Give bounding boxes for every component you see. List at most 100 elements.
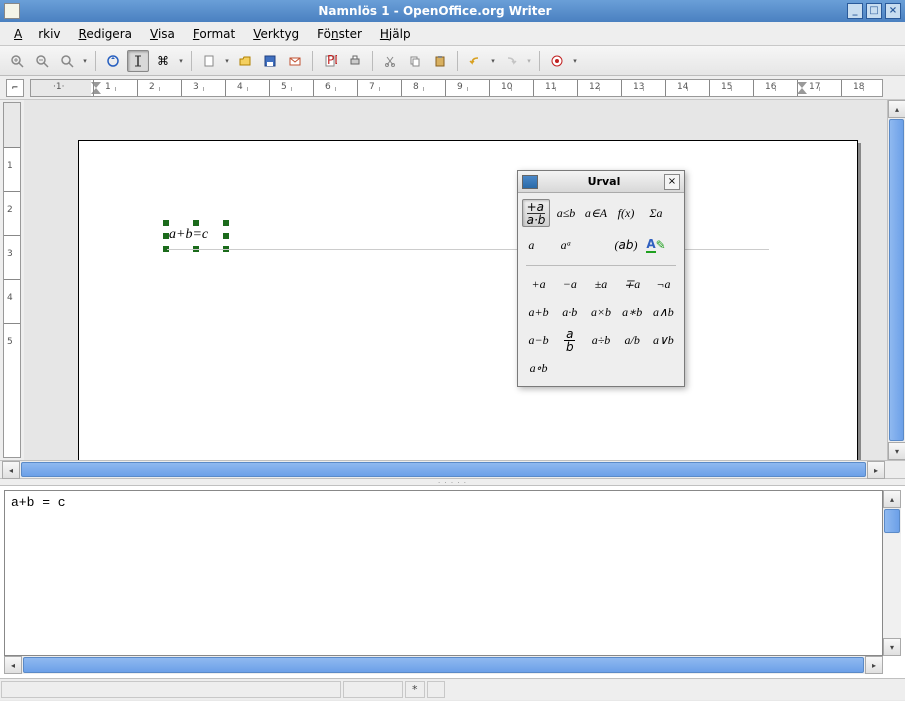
scroll-right-icon[interactable]: ▸ [867, 461, 885, 479]
window-titlebar: Namnlös 1 - OpenOffice.org Writer _ □ × [0, 0, 905, 22]
urval-category2-0[interactable]: a⃗ [522, 231, 550, 259]
cmd-scroll-up-icon[interactable]: ▴ [883, 490, 901, 508]
doc-horizontal-scrollbar[interactable]: ◂ ▸ [0, 460, 905, 478]
urval-category2-1[interactable]: aᵃ [552, 231, 580, 259]
urval-op-12[interactable]: a÷b [586, 328, 615, 352]
formula-cursor-icon[interactable] [127, 50, 149, 72]
urval-close-button[interactable]: × [664, 174, 680, 190]
zoom-in-icon[interactable] [6, 50, 28, 72]
urval-op-3[interactable]: ∓a [618, 272, 647, 296]
copy-icon[interactable] [404, 50, 426, 72]
zoom-dropdown[interactable]: ▾ [81, 57, 89, 65]
menu-arkiv[interactable]: Arkiv [6, 24, 69, 44]
urval-op-1[interactable]: −a [555, 272, 584, 296]
cmd-scroll-left-icon[interactable]: ◂ [4, 656, 22, 674]
urval-op-4[interactable]: ¬a [649, 272, 678, 296]
scroll-left-icon[interactable]: ◂ [2, 461, 20, 479]
urval-op-9[interactable]: a∧b [649, 300, 678, 324]
svg-text:⌘: ⌘ [157, 54, 169, 68]
scroll-thumb-h[interactable] [21, 462, 866, 477]
urval-op-0[interactable]: +a [524, 272, 553, 296]
minimize-button[interactable]: _ [847, 3, 863, 19]
urval-titlebar[interactable]: Urval × [518, 171, 684, 193]
menu-hjalp[interactable]: Hjälp [372, 24, 419, 44]
redo-dropdown[interactable]: ▾ [525, 57, 533, 65]
urval-op-10[interactable]: a−b [524, 328, 553, 352]
window-title: Namnlös 1 - OpenOffice.org Writer [26, 4, 844, 18]
undo-dropdown[interactable]: ▾ [489, 57, 497, 65]
urval-op-13[interactable]: a/b [618, 328, 647, 352]
catalog-icon[interactable]: ⌘ [152, 50, 174, 72]
urval-category2-4[interactable]: A✎ [642, 231, 670, 259]
update-icon[interactable] [102, 50, 124, 72]
svg-text:PDF: PDF [327, 54, 337, 67]
scroll-up-icon[interactable]: ▴ [888, 100, 905, 118]
undo-icon[interactable] [464, 50, 486, 72]
urval-op-11[interactable]: ab [555, 328, 584, 352]
zoom-100-icon[interactable] [56, 50, 78, 72]
help-icon[interactable] [546, 50, 568, 72]
new-doc-icon[interactable] [198, 50, 220, 72]
email-icon[interactable] [284, 50, 306, 72]
urval-op-8[interactable]: a∗b [618, 300, 647, 324]
urval-category-3[interactable]: f(x) [612, 199, 640, 227]
urval-category2-3[interactable]: (ab) [612, 231, 640, 259]
scroll-down-icon[interactable]: ▾ [888, 442, 905, 460]
urval-op-7[interactable]: a×b [586, 300, 615, 324]
urval-op-6[interactable]: a·b [555, 300, 584, 324]
doc-vertical-scrollbar[interactable]: ▴ ▾ [887, 100, 905, 460]
close-window-button[interactable]: × [885, 3, 901, 19]
paste-icon[interactable] [429, 50, 451, 72]
urval-category-1[interactable]: a≤b [552, 199, 580, 227]
status-cell-4 [427, 681, 445, 698]
cmd-horizontal-scrollbar[interactable]: ◂ ▸ [4, 656, 883, 674]
print-icon[interactable] [344, 50, 366, 72]
page-view[interactable]: a+b=c [24, 100, 905, 460]
toolbar-overflow[interactable]: ▾ [571, 57, 579, 65]
pane-splitter[interactable]: · · · · · [0, 478, 905, 486]
cmd-vertical-scrollbar[interactable]: ▴ ▾ [883, 490, 901, 656]
status-cell-1 [1, 681, 341, 698]
urval-category-4[interactable]: Σa [642, 199, 670, 227]
export-pdf-icon[interactable]: PDF [319, 50, 341, 72]
new-dropdown[interactable]: ▾ [223, 57, 231, 65]
command-panel-wrap: a+b = c ▴ ▾ ◂ ▸ [0, 486, 905, 678]
urval-palette[interactable]: Urval × +aa·ba≤ba∈Af(x)Σa a⃗aᵃ (ab)A✎ +a−… [517, 170, 685, 387]
zoom-out-icon[interactable] [31, 50, 53, 72]
app-icon [4, 3, 20, 19]
scroll-thumb-v[interactable] [889, 119, 904, 441]
urval-op-5[interactable]: a+b [524, 300, 553, 324]
catalog-dropdown[interactable]: ▾ [177, 57, 185, 65]
ruler-corner: ⌐ [6, 79, 24, 97]
vertical-ruler-col: 12345 [0, 100, 24, 460]
cmd-scroll-thumb-v[interactable] [884, 509, 900, 533]
urval-op-14[interactable]: a∨b [649, 328, 678, 352]
horizontal-ruler[interactable]: ·1·123456789101112131415161718 [30, 79, 883, 97]
cmd-scroll-thumb-h[interactable] [23, 657, 864, 673]
save-icon[interactable] [259, 50, 281, 72]
redo-icon[interactable] [500, 50, 522, 72]
urval-icon [522, 175, 538, 189]
formula-object[interactable]: a+b=c [169, 227, 208, 243]
toolbar: ▾ ⌘ ▾ ▾ PDF ▾ ▾ ▾ [0, 46, 905, 76]
formula-commands-input[interactable]: a+b = c [4, 490, 883, 656]
menu-verktyg[interactable]: Verktyg [245, 24, 307, 44]
urval-category-0[interactable]: +aa·b [522, 199, 550, 227]
horizontal-ruler-row: ⌐ ·1·123456789101112131415161718 [0, 76, 905, 100]
urval-op-15[interactable]: a∘b [524, 356, 553, 380]
urval-title: Urval [544, 175, 664, 188]
vertical-ruler[interactable]: 12345 [3, 102, 21, 458]
document-page: a+b=c [78, 140, 858, 460]
menu-visa[interactable]: Visa [142, 24, 183, 44]
cut-icon[interactable] [379, 50, 401, 72]
urval-category-2[interactable]: a∈A [582, 199, 610, 227]
statusbar: * [0, 678, 905, 700]
maximize-button[interactable]: □ [866, 3, 882, 19]
open-icon[interactable] [234, 50, 256, 72]
menu-format[interactable]: Format [185, 24, 243, 44]
cmd-scroll-right-icon[interactable]: ▸ [865, 656, 883, 674]
menu-redigera[interactable]: Redigera [71, 24, 140, 44]
cmd-scroll-down-icon[interactable]: ▾ [883, 638, 901, 656]
urval-op-2[interactable]: ±a [586, 272, 615, 296]
menu-fonster[interactable]: Fönster [309, 24, 370, 44]
